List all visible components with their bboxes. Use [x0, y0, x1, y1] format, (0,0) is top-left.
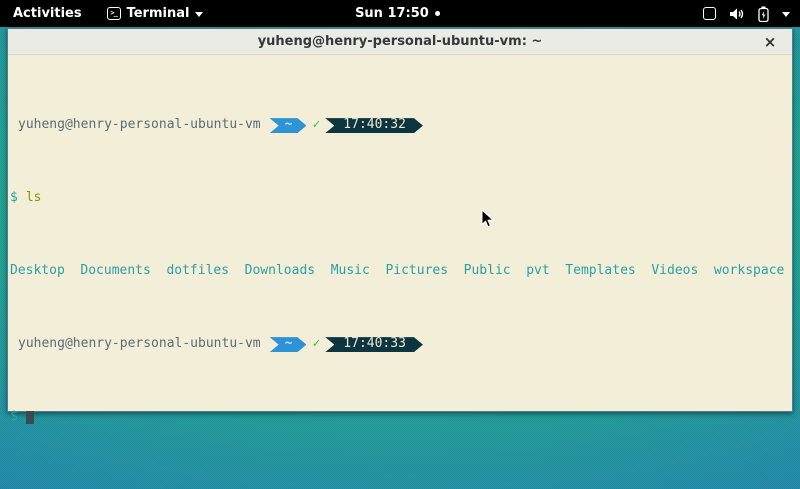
directory-name: Videos — [651, 264, 698, 279]
window-titlebar[interactable]: yuheng@henry-personal-ubuntu-vm: ~ × — [8, 29, 792, 55]
activities-button[interactable]: Activities — [13, 6, 82, 21]
directory-name: pvt — [526, 264, 549, 279]
shell-prompt-symbol: $ — [10, 410, 18, 425]
command-line: $ ls — [10, 191, 790, 206]
screen-icon — [703, 7, 716, 20]
text-cursor-block — [26, 411, 34, 424]
desktop: Activities >_ Terminal Sun 17:50 — [0, 0, 800, 489]
prompt-cwd-segment: ~ — [270, 337, 307, 352]
directory-name: Pictures — [385, 264, 448, 279]
directory-name: Documents — [80, 264, 150, 279]
shell-prompt-symbol: $ — [10, 191, 18, 206]
directory-name: Music — [331, 264, 370, 279]
prompt-line: yuheng@henry-personal-ubuntu-vm ~ ✓ 17:4… — [10, 118, 790, 133]
directory-name: workspace — [714, 264, 784, 279]
terminal-window: yuheng@henry-personal-ubuntu-vm: ~ × yuh… — [7, 28, 793, 412]
app-menu-label: Terminal — [127, 6, 190, 21]
prompt-user: yuheng@henry-personal-ubuntu-vm — [18, 118, 261, 133]
directory-name: Downloads — [245, 264, 315, 279]
terminal-app-icon: >_ — [107, 7, 121, 20]
clock-label: Sun 17:50 — [355, 6, 429, 21]
prompt-time-segment: 17:40:32 — [325, 118, 423, 133]
prompt-user: yuheng@henry-personal-ubuntu-vm — [18, 337, 261, 352]
directory-name: Desktop — [10, 264, 65, 279]
prompt-time-segment: 17:40:33 — [325, 337, 423, 352]
battery-charging-icon — [758, 6, 769, 22]
window-title: yuheng@henry-personal-ubuntu-vm: ~ — [258, 34, 543, 49]
terminal-content[interactable]: yuheng@henry-personal-ubuntu-vm ~ ✓ 17:4… — [8, 56, 792, 411]
chevron-down-icon — [195, 12, 203, 17]
close-icon[interactable]: × — [760, 32, 780, 52]
volume-icon — [729, 7, 745, 21]
directory-name: Public — [464, 264, 511, 279]
typed-command: ls — [26, 191, 42, 206]
gnome-top-bar: Activities >_ Terminal Sun 17:50 — [0, 0, 800, 27]
check-icon: ✓ — [312, 337, 320, 352]
chevron-down-icon — [782, 12, 790, 17]
check-icon: ✓ — [312, 118, 320, 133]
prompt-cwd-segment: ~ — [270, 118, 307, 133]
app-menu-terminal[interactable]: >_ Terminal — [107, 6, 204, 21]
system-tray[interactable] — [703, 6, 790, 22]
directory-name: dotfiles — [166, 264, 229, 279]
prompt-line: yuheng@henry-personal-ubuntu-vm ~ ✓ 17:4… — [10, 337, 790, 352]
input-line[interactable]: $ — [10, 410, 790, 425]
clock-button[interactable]: Sun 17:50 — [355, 0, 440, 27]
directory-name: Templates — [565, 264, 635, 279]
ls-output-line: Desktop Documents dotfiles Downloads Mus… — [10, 264, 790, 279]
notification-dot-icon — [435, 11, 440, 16]
